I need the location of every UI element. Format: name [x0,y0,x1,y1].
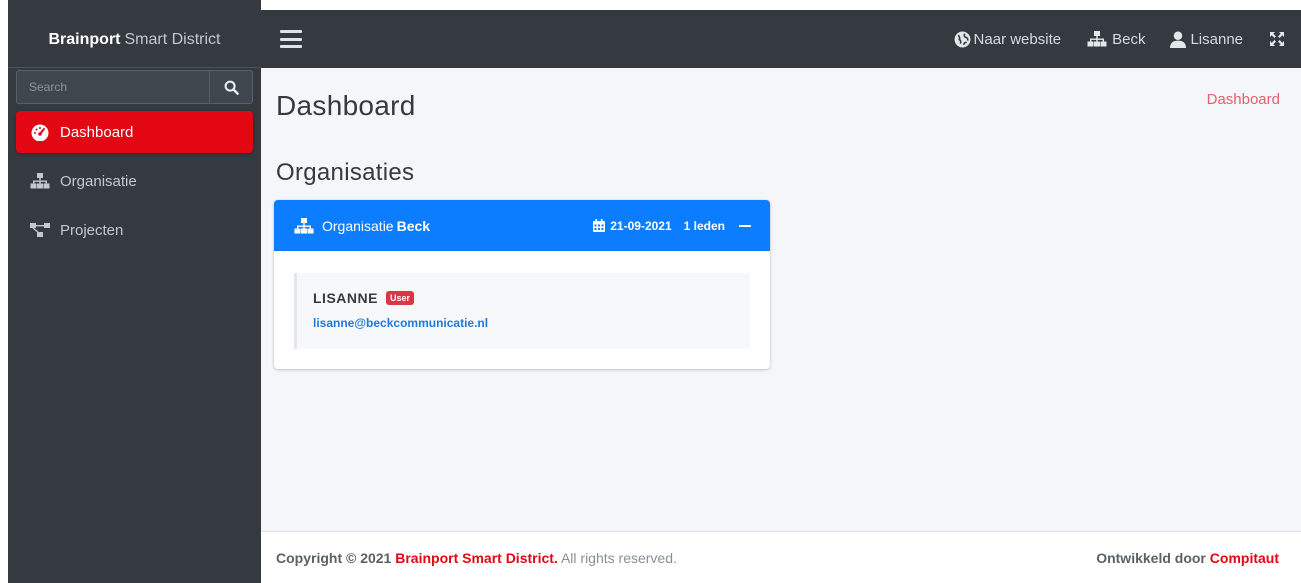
section-title: Organisaties [276,159,415,186]
website-link-label: Naar website [973,30,1062,48]
search-button[interactable] [209,70,253,104]
sitemap-icon [293,217,315,234]
search-input[interactable] [16,70,209,104]
organisation-card-tools: 21-09-2021 1 leden [593,219,751,233]
top-strip [261,0,1301,10]
brand-logo[interactable]: Brainport Smart District [8,0,261,68]
main-content: Dashboard Dashboard Organisaties Organis… [261,68,1301,531]
top-navbar: Naar website Beck Lisanne [261,10,1301,68]
brand-name-light: Smart District [124,30,221,48]
sidebar-item-organisatie[interactable]: Organisatie [16,160,253,202]
sidebar: Brainport Smart District Search Dashboar… [0,0,261,583]
developed-by-text: Ontwikkeld door [1096,549,1206,566]
organisation-link-label: Beck [1112,30,1146,48]
collapse-minus-icon[interactable] [739,224,751,227]
menu-toggle-icon[interactable] [280,30,302,48]
organisation-prefix: Organisatie [322,217,394,234]
role-badge: User [385,291,414,305]
globe-icon [954,31,971,48]
top-nav-right: Naar website Beck Lisanne [954,10,1301,68]
sidebar-search [16,70,253,104]
organisation-card-header: Organisatie Beck 21-09-2021 1 leden [274,200,770,251]
tachometer-icon [28,123,52,141]
sidebar-item-label: Projecten [60,221,124,239]
members-count: 1 leden [683,218,725,233]
fullscreen-icon[interactable] [1267,29,1287,49]
developer-link[interactable]: Compitaut [1210,550,1279,566]
website-link[interactable]: Naar website [954,30,1062,48]
organisation-card-title: Organisatie Beck [322,218,430,234]
sitemap-icon [1085,31,1109,47]
sitemap-icon [28,172,52,190]
organisation-name: Beck [396,217,431,234]
company-link[interactable]: Brainport Smart District. [395,550,558,566]
copyright-text: Copyright © 2021 Brainport Smart Distric… [276,550,677,566]
sidebar-item-label: Organisatie [60,172,137,190]
sidebar-item-projecten[interactable]: Projecten [16,209,253,251]
user-icon [1169,31,1187,48]
developer-credit: Ontwikkeld door Compitaut [1096,550,1279,566]
sidebar-item-label: Dashboard [60,123,134,141]
footer: Copyright © 2021 Brainport Smart Distric… [261,531,1301,583]
brand-name-bold: Brainport [48,30,121,48]
member-name-row: LISANNE User [313,290,734,306]
user-menu-label: Lisanne [1190,30,1243,48]
project-diagram-icon [28,221,52,239]
copyright-prefix: Copyright © 2021 [276,549,392,566]
sidebar-item-dashboard[interactable]: Dashboard [16,111,253,153]
organisation-link[interactable]: Beck [1085,31,1145,48]
calendar-icon [593,219,606,232]
rights-text: All rights reserved. [560,549,677,566]
search-icon [224,80,239,95]
member-name: LISANNE [313,290,378,306]
user-menu[interactable]: Lisanne [1169,31,1243,48]
breadcrumb[interactable]: Dashboard [1207,91,1280,108]
organisation-date: 21-09-2021 [610,218,672,233]
list-item: LISANNE User lisanne@beckcommunicatie.nl [294,273,750,349]
page-title: Dashboard [276,90,416,121]
organisation-card: Organisatie Beck 21-09-2021 1 leden LISA… [274,200,770,369]
member-email-link[interactable]: lisanne@beckcommunicatie.nl [313,316,734,330]
organisation-card-body: LISANNE User lisanne@beckcommunicatie.nl [274,251,770,369]
sidebar-nav: Dashboard Organisatie Projecten [8,111,261,251]
